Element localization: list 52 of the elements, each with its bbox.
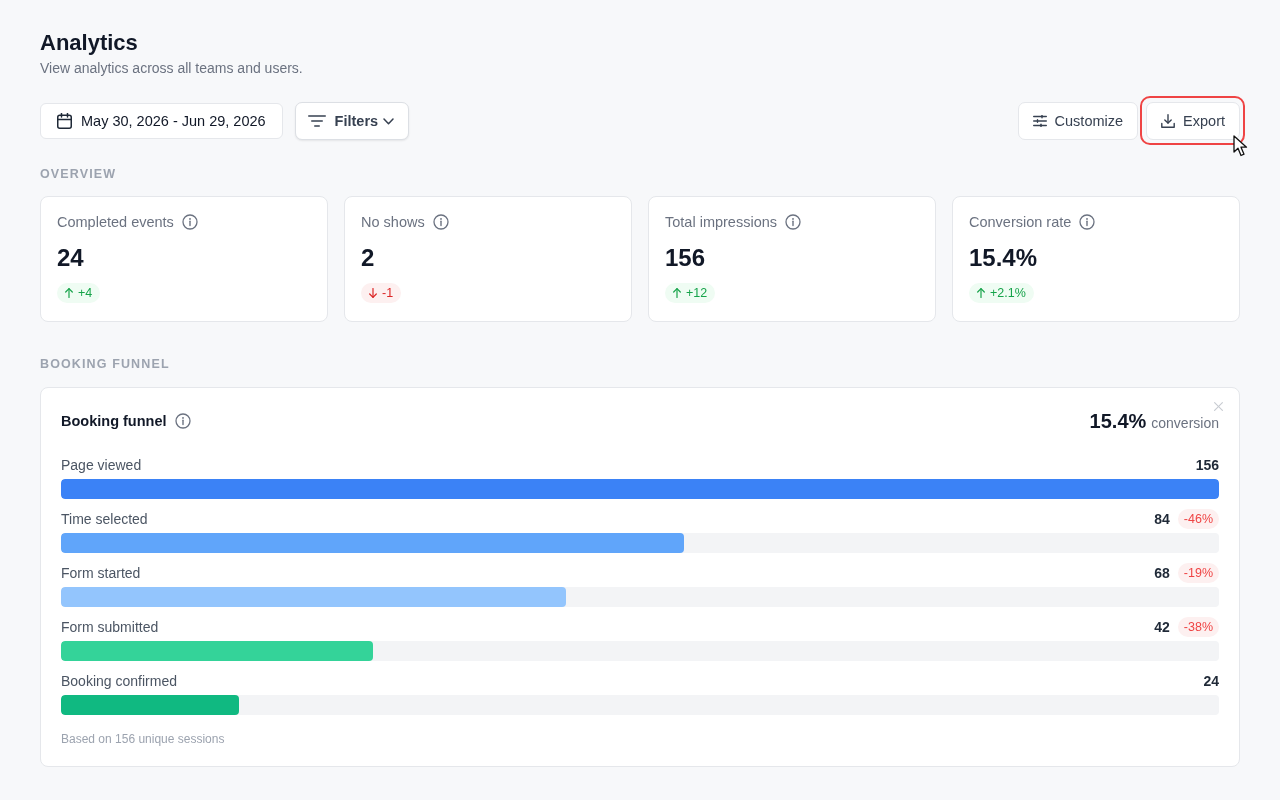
export-button[interactable]: Export bbox=[1146, 102, 1240, 140]
filters-button[interactable]: Filters bbox=[294, 102, 410, 140]
download-icon bbox=[1161, 114, 1176, 128]
change-value: -1 bbox=[382, 286, 394, 300]
conversion-value: 15.4% bbox=[1089, 409, 1147, 433]
date-range-button[interactable]: May 30, 2026 - Jun 29, 2026 bbox=[40, 103, 283, 139]
arrow-up-icon bbox=[65, 288, 73, 298]
metric-label: No shows bbox=[361, 214, 425, 230]
section-heading: OVERVIEW bbox=[40, 166, 117, 182]
caret-down-icon bbox=[383, 117, 395, 125]
step-label: Form submitted bbox=[61, 619, 159, 635]
info-icon bbox=[1079, 214, 1096, 230]
metric-value: 24 bbox=[57, 243, 84, 273]
step-count: 156 bbox=[1195, 457, 1219, 473]
filter-lines-icon bbox=[307, 115, 326, 127]
close-icon[interactable] bbox=[1214, 402, 1223, 411]
panel-title: Booking funnel bbox=[61, 413, 167, 429]
customize-button[interactable]: Customize bbox=[1017, 102, 1139, 140]
metric-label: Completed events bbox=[57, 214, 174, 230]
page-subtitle: View analytics across all teams and users. bbox=[40, 59, 303, 78]
arrow-up-icon bbox=[673, 288, 681, 298]
info-icon bbox=[785, 214, 801, 230]
metric-value: 2 bbox=[361, 243, 375, 273]
sliders-icon bbox=[1032, 115, 1047, 127]
funnel-footnote: Based on 156 unique sessions bbox=[61, 731, 225, 747]
arrow-up-icon bbox=[977, 288, 985, 298]
change-value: +12 bbox=[686, 286, 708, 300]
step-label: Booking confirmed bbox=[61, 673, 177, 689]
metric-value: 15.4% bbox=[969, 243, 1038, 273]
info-icon bbox=[432, 214, 449, 230]
section-heading: BOOKING FUNNEL bbox=[40, 356, 170, 372]
metric-label: Conversion rate bbox=[969, 214, 1072, 230]
step-count: 68 bbox=[1154, 565, 1170, 581]
step-label: Form started bbox=[61, 565, 141, 581]
step-count: 24 bbox=[1203, 673, 1219, 689]
change-value: +2.1% bbox=[990, 286, 1026, 300]
page-title: Analytics bbox=[40, 29, 138, 57]
step-label: Time selected bbox=[61, 511, 148, 527]
step-label: Page viewed bbox=[61, 457, 142, 473]
step-count: 42 bbox=[1154, 619, 1170, 635]
drop-off-rate: -38% bbox=[1177, 617, 1219, 637]
metric-label: Total impressions bbox=[665, 214, 777, 230]
arrow-down-icon bbox=[369, 288, 377, 298]
metric-value: 156 bbox=[665, 243, 706, 273]
drop-off-rate: -19% bbox=[1177, 563, 1219, 583]
calendar-icon bbox=[57, 113, 72, 129]
conversion-label: conversion bbox=[1151, 414, 1219, 431]
info-icon bbox=[181, 214, 198, 230]
info-icon bbox=[174, 413, 191, 429]
step-count: 84 bbox=[1154, 511, 1170, 527]
change-value: +4 bbox=[78, 286, 93, 300]
drop-off-rate: -46% bbox=[1177, 509, 1219, 529]
